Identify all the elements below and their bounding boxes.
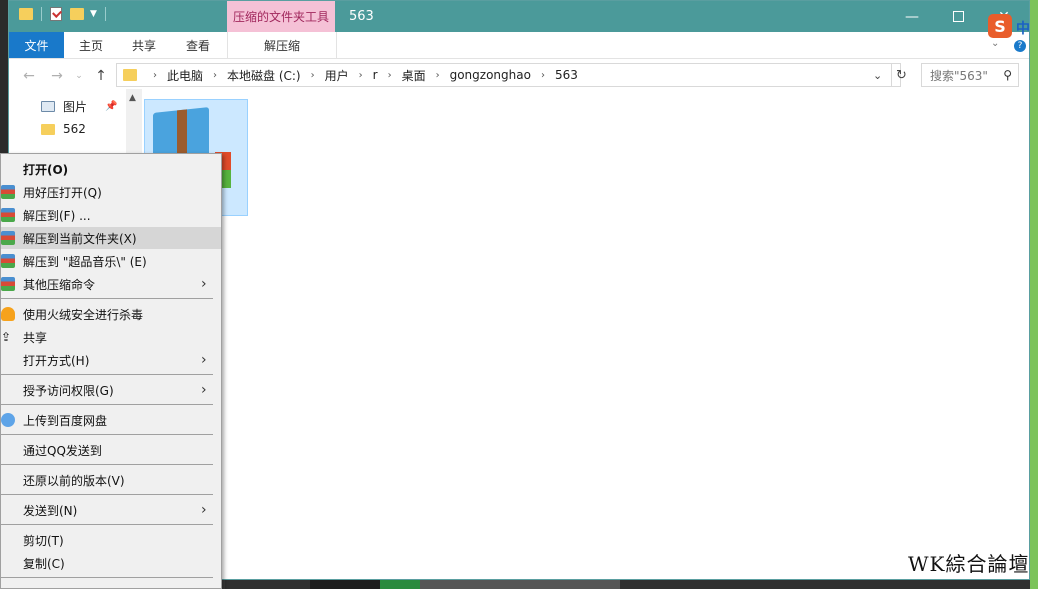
refresh-icon[interactable]: ↻ <box>896 68 907 83</box>
menu-item-huorong-scan[interactable]: 使用火绒安全进行杀毒 <box>1 303 221 325</box>
chevron-right-icon: › <box>387 69 392 81</box>
rar-icon <box>1 185 15 199</box>
tab-view[interactable]: 查看 <box>170 32 226 58</box>
forward-arrow-icon: → <box>51 68 63 84</box>
tab-home[interactable]: 主页 <box>64 32 118 58</box>
menu-item-other-compress[interactable]: 其他压缩命令 › <box>1 273 221 295</box>
chevron-right-icon: › <box>201 276 207 292</box>
recent-locations-button[interactable]: ⌄ <box>69 66 89 86</box>
menu-separator <box>1 298 213 299</box>
menu-separator <box>1 434 213 435</box>
chevron-right-icon: › <box>540 69 545 81</box>
menu-separator <box>1 494 213 495</box>
tab-share[interactable]: 共享 <box>118 32 170 58</box>
back-arrow-icon: ← <box>23 68 35 84</box>
menu-item-extract-to-folder[interactable]: 解压到 "超品音乐\" (E) <box>1 250 221 272</box>
share-icon: ⇪ <box>1 330 12 344</box>
breadcrumb: › 此电脑 › 本地磁盘 (C:) › 用户 › r › 桌面 › gongzo… <box>143 67 578 84</box>
taskbar-strip <box>225 580 1030 589</box>
crumb-desktop[interactable]: 桌面 <box>402 67 426 84</box>
forward-button[interactable]: → <box>47 66 67 86</box>
menu-item-extract-here[interactable]: 解压到当前文件夹(X) <box>1 227 221 249</box>
scroll-up-icon[interactable]: ▲ <box>129 93 136 103</box>
chevron-down-icon[interactable]: ▼ <box>90 9 97 19</box>
crumb-gongzonghao[interactable]: gongzonghao <box>450 68 531 82</box>
menu-item-open-with-haozip[interactable]: 用好压打开(Q) <box>1 181 221 203</box>
pictures-icon <box>41 100 55 112</box>
address-bar[interactable]: › 此电脑 › 本地磁盘 (C:) › 用户 › r › 桌面 › gongzo… <box>116 63 907 87</box>
search-input[interactable]: 搜索"563" ⚲ <box>921 63 1019 87</box>
address-dropdown-icon[interactable]: ⌄ <box>873 69 882 82</box>
menu-separator <box>1 404 213 405</box>
new-folder-icon[interactable] <box>70 8 84 20</box>
maximize-button[interactable] <box>935 1 981 32</box>
chevron-right-icon: › <box>310 69 315 81</box>
menu-item-share[interactable]: ⇪ 共享 <box>1 326 221 348</box>
crumb-r[interactable]: r <box>373 68 378 82</box>
tab-extract[interactable]: 解压缩 <box>227 32 337 58</box>
folder-icon <box>41 123 55 135</box>
help-icon[interactable]: ? <box>1014 40 1026 52</box>
ribbon-tabs: 文件 主页 共享 查看 解压缩 ⌄ <box>9 32 1029 59</box>
window-title: 563 <box>349 9 374 24</box>
folder-icon[interactable] <box>19 8 33 20</box>
back-button[interactable]: ← <box>19 66 39 86</box>
search-placeholder: 搜索"563" <box>930 68 988 83</box>
menu-separator <box>1 577 213 578</box>
pin-icon: 📌 <box>105 100 118 112</box>
menu-item-restore-versions[interactable]: 还原以前的版本(V) <box>1 469 221 491</box>
chevron-right-icon: › <box>153 69 157 81</box>
expand-ribbon-icon[interactable]: ⌄ <box>991 38 999 49</box>
desktop-right-edge <box>1030 0 1038 589</box>
ime-logo-icon[interactable]: S <box>988 14 1012 38</box>
menu-item-open-with[interactable]: 打开方式(H) › <box>1 349 221 371</box>
chevron-right-icon: › <box>201 382 207 398</box>
chevron-right-icon: › <box>201 502 207 518</box>
chevron-right-icon: › <box>201 352 207 368</box>
menu-item-give-access[interactable]: 授予访问权限(G) › <box>1 379 221 401</box>
minimize-icon: — <box>905 8 919 25</box>
menu-item-send-via-qq[interactable]: 通过QQ发送到 <box>1 439 221 461</box>
crumb-563[interactable]: 563 <box>555 68 578 82</box>
menu-separator <box>1 374 213 375</box>
rar-icon <box>1 254 15 268</box>
chevron-down-icon: ⌄ <box>75 71 83 81</box>
maximize-icon <box>952 11 964 22</box>
nav-item-562[interactable]: 562 <box>41 118 86 140</box>
crumb-local-disk[interactable]: 本地磁盘 (C:) <box>227 67 301 84</box>
quick-access-toolbar: ▼ <box>19 7 106 21</box>
rar-icon <box>1 208 15 222</box>
nav-item-pictures[interactable]: 图片 📌 <box>41 95 117 117</box>
menu-item-extract-to[interactable]: 解压到(F) ... <box>1 204 221 226</box>
context-tab-label: 压缩的文件夹工具 <box>227 1 335 32</box>
menu-item-copy[interactable]: 复制(C) <box>1 552 221 574</box>
cloud-icon <box>1 413 15 427</box>
menu-separator <box>1 464 213 465</box>
rar-icon <box>1 231 15 245</box>
minimize-button[interactable]: — <box>889 1 935 32</box>
search-icon: ⚲ <box>1003 68 1012 82</box>
context-menu: 打开(O) 用好压打开(Q) 解压到(F) ... 解压到当前文件夹(X) 解压… <box>0 153 222 589</box>
menu-item-baidu-upload[interactable]: 上传到百度网盘 <box>1 409 221 431</box>
properties-icon[interactable] <box>50 7 62 21</box>
rar-icon <box>1 277 15 291</box>
ime-mode[interactable]: 中 <box>1016 18 1030 38</box>
menu-item-cut[interactable]: 剪切(T) <box>1 529 221 551</box>
forum-watermark: WK綜合論壇 <box>908 552 1030 576</box>
chevron-right-icon: › <box>213 69 218 81</box>
up-button[interactable]: ↑ <box>91 66 111 86</box>
menu-item-open[interactable]: 打开(O) <box>1 158 221 180</box>
menu-item-send-to[interactable]: 发送到(N) › <box>1 499 221 521</box>
shield-icon <box>1 307 15 321</box>
crumb-this-pc[interactable]: 此电脑 <box>167 67 203 84</box>
chevron-right-icon: › <box>358 69 363 81</box>
crumb-users[interactable]: 用户 <box>325 67 349 84</box>
tab-file[interactable]: 文件 <box>9 32 64 58</box>
chevron-right-icon: › <box>435 69 440 81</box>
folder-icon <box>123 69 137 81</box>
up-arrow-icon: ↑ <box>95 68 107 84</box>
menu-separator <box>1 524 213 525</box>
title-bar[interactable]: ▼ 压缩的文件夹工具 563 — ✕ <box>9 1 1029 32</box>
